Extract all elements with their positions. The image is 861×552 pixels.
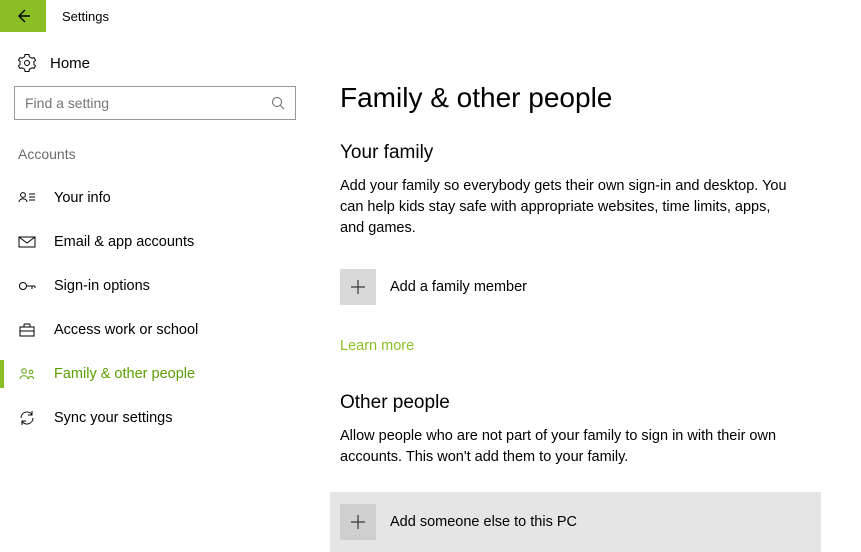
nav-item-label: Family & other people: [54, 366, 195, 382]
sidebar: Home Accounts Your info Email & app acco…: [0, 32, 310, 552]
briefcase-icon: [18, 321, 36, 339]
add-family-member-button[interactable]: Add a family member: [340, 263, 821, 311]
nav-signin-options[interactable]: Sign-in options: [12, 264, 298, 308]
nav-item-label: Sync your settings: [54, 410, 172, 426]
category-label: Accounts: [12, 146, 298, 176]
nav-item-label: Sign-in options: [54, 278, 150, 294]
nav-work-school[interactable]: Access work or school: [12, 308, 298, 352]
others-section-heading: Other people: [340, 392, 821, 414]
search-box[interactable]: [14, 86, 296, 120]
nav-home-label: Home: [50, 55, 90, 72]
nav-item-label: Access work or school: [54, 322, 198, 338]
back-button[interactable]: [0, 0, 46, 32]
page-heading: Family & other people: [340, 82, 821, 114]
plus-icon: [340, 504, 376, 540]
plus-icon: [340, 269, 376, 305]
sync-icon: [18, 409, 36, 427]
add-family-label: Add a family member: [390, 279, 527, 295]
nav-family-people[interactable]: Family & other people: [12, 352, 298, 396]
mail-icon: [18, 233, 36, 251]
key-icon: [18, 277, 36, 295]
arrow-left-icon: [15, 8, 31, 24]
add-other-person-button[interactable]: Add someone else to this PC: [330, 492, 821, 552]
nav-item-label: Your info: [54, 190, 111, 206]
nav-your-info[interactable]: Your info: [12, 176, 298, 220]
nav-email-accounts[interactable]: Email & app accounts: [12, 220, 298, 264]
search-icon: [271, 96, 285, 110]
people-icon: [18, 365, 36, 383]
family-description: Add your family so everybody gets their …: [340, 176, 790, 239]
learn-more-link[interactable]: Learn more: [340, 338, 414, 354]
others-description: Allow people who are not part of your fa…: [340, 426, 790, 468]
nav-home[interactable]: Home: [12, 46, 298, 86]
gear-icon: [18, 54, 36, 72]
nav-item-label: Email & app accounts: [54, 234, 194, 250]
titlebar: Settings: [0, 0, 861, 32]
window-title: Settings: [62, 9, 109, 24]
person-card-icon: [18, 189, 36, 207]
add-other-label: Add someone else to this PC: [390, 514, 577, 530]
nav-sync-settings[interactable]: Sync your settings: [12, 396, 298, 440]
family-section-heading: Your family: [340, 142, 821, 164]
search-input[interactable]: [25, 95, 271, 111]
content-pane: Family & other people Your family Add yo…: [310, 32, 861, 552]
